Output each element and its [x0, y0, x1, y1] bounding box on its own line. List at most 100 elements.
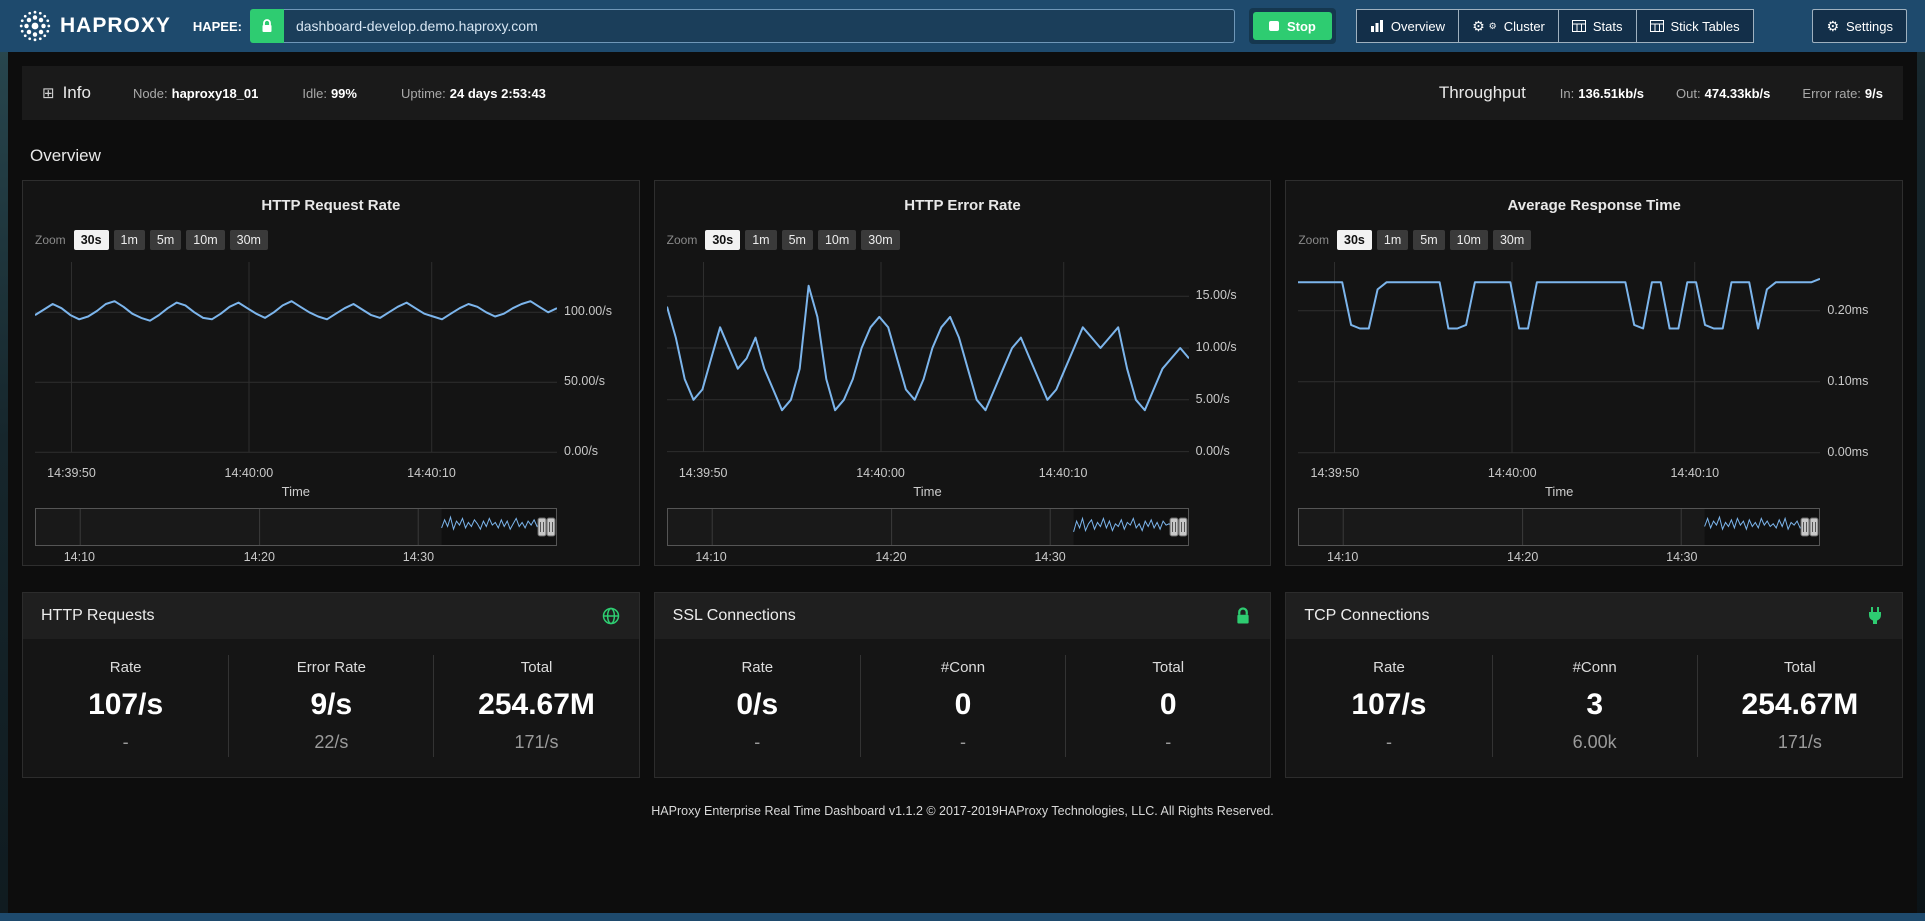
navigator-x-label: 14:20 — [244, 550, 275, 564]
card-body: Rate 107/s - Error Rate 9/s 22/s Total 2… — [23, 639, 639, 777]
x-axis-labels: 14:39:5014:40:0014:40:10 — [1298, 464, 1820, 482]
section-title: Overview — [30, 146, 1895, 166]
zoom-controls: Zoom30s1m5m10m30m — [667, 228, 1259, 252]
zoom-30s-button[interactable]: 30s — [74, 230, 109, 250]
nav-cluster-button[interactable]: ⚙⚙ Cluster — [1458, 9, 1559, 43]
stat-sub: - — [1072, 732, 1264, 753]
chart-navigator[interactable] — [35, 508, 557, 546]
info-toggle[interactable]: ⊞ Info — [42, 83, 91, 103]
chart-panel-http-error-rate: HTTP Error Rate Zoom30s1m5m10m30m 0.00/s… — [654, 180, 1272, 566]
chart-navigator[interactable] — [667, 508, 1189, 546]
card-title: HTTP Requests — [41, 607, 155, 625]
chart-navigator[interactable] — [1298, 508, 1820, 546]
stat-sub: 171/s — [440, 732, 632, 753]
throughput-title: Throughput — [1439, 83, 1526, 103]
stat-total: Total 0 - — [1065, 655, 1270, 757]
navigator-x-label: 14:10 — [695, 550, 726, 564]
error-rate-label: Error rate: — [1802, 86, 1861, 101]
chart-canvas — [667, 262, 1189, 462]
settings-label: Settings — [1846, 19, 1893, 34]
x-axis-title: Time — [667, 484, 1189, 500]
throughput-group: Throughput In:136.51kb/s Out:474.33kb/s … — [1439, 83, 1883, 103]
navigator-handle[interactable] — [547, 518, 555, 536]
zoom-30s-button[interactable]: 30s — [705, 230, 740, 250]
url-input[interactable] — [284, 9, 1235, 43]
zoom-10m-button[interactable]: 10m — [1450, 230, 1488, 250]
node-label: Node: — [133, 86, 168, 101]
plot-wrap: 0.00/s5.00/s10.00/s15.00/s — [667, 262, 1259, 462]
zoom-30m-button[interactable]: 30m — [861, 230, 899, 250]
y-axis-label: 15.00/s — [1196, 288, 1237, 302]
navigator-handle[interactable] — [1179, 518, 1187, 536]
main-content: ⊞ Info Node:haproxy18_01 Idle:99% Uptime… — [8, 52, 1917, 913]
zoom-5m-button[interactable]: 5m — [782, 230, 813, 250]
card-header: SSL Connections — [655, 593, 1271, 639]
navigator-x-label: 14:20 — [1507, 550, 1538, 564]
plot-wrap: 0.00ms0.10ms0.20ms — [1298, 262, 1890, 462]
y-axis-labels: 0.00/s5.00/s10.00/s15.00/s — [1189, 262, 1259, 462]
nav-stats-label: Stats — [1593, 19, 1623, 34]
charts-row: HTTP Request Rate Zoom30s1m5m10m30m 0.00… — [22, 180, 1903, 566]
y-axis-label: 50.00/s — [564, 374, 605, 388]
x-axis-title: Time — [1298, 484, 1820, 500]
stat-label: #Conn — [867, 659, 1059, 676]
stop-button[interactable]: Stop — [1253, 12, 1332, 40]
zoom-label: Zoom — [1298, 233, 1329, 247]
stat-label: Rate — [661, 659, 854, 676]
chart-panel-http-request-rate: HTTP Request Rate Zoom30s1m5m10m30m 0.00… — [22, 180, 640, 566]
footer-text: HAProxy Enterprise Real Time Dashboard v… — [16, 804, 1909, 818]
zoom-1m-button[interactable]: 1m — [745, 230, 776, 250]
navigator-handle[interactable] — [538, 518, 546, 536]
navigator-labels: 14:1014:2014:30 — [667, 548, 1189, 566]
bottom-strip — [0, 913, 1925, 921]
x-axis-label: 14:40:00 — [856, 466, 905, 480]
nav-stats-button[interactable]: Stats — [1558, 9, 1637, 43]
stat-sub: 6.00k — [1499, 732, 1691, 753]
stat-value: 9/s — [235, 688, 427, 722]
x-axis-label: 14:40:00 — [1488, 466, 1537, 480]
gears-icon: ⚙ — [1472, 19, 1485, 33]
settings-button[interactable]: ⚙ Settings — [1812, 9, 1907, 43]
navigator-wrap — [667, 508, 1259, 546]
navigator-x-label: 14:30 — [403, 550, 434, 564]
stat-label: Error Rate — [235, 659, 427, 676]
card-title: TCP Connections — [1304, 607, 1429, 625]
stat-value: 0 — [867, 688, 1059, 722]
nav-overview-button[interactable]: Overview — [1356, 9, 1459, 43]
y-axis-label: 0.00/s — [1196, 444, 1230, 458]
out-label: Out: — [1676, 86, 1701, 101]
zoom-30m-button[interactable]: 30m — [1493, 230, 1531, 250]
info-title-label: Info — [63, 83, 91, 103]
navigator-handle[interactable] — [1170, 518, 1178, 536]
navigator-handle[interactable] — [1810, 518, 1818, 536]
throughput-in-field: In:136.51kb/s — [1560, 86, 1644, 101]
x-axis-label: 14:40:10 — [1670, 466, 1719, 480]
idle-label: Idle: — [302, 86, 327, 101]
globe-icon — [601, 606, 621, 626]
stat-label: Total — [1072, 659, 1264, 676]
zoom-10m-button[interactable]: 10m — [186, 230, 224, 250]
zoom-1m-button[interactable]: 1m — [1377, 230, 1408, 250]
node-value: haproxy18_01 — [172, 86, 259, 101]
zoom-10m-button[interactable]: 10m — [818, 230, 856, 250]
stat-rate: Rate 107/s - — [23, 655, 228, 757]
zoom-1m-button[interactable]: 1m — [114, 230, 145, 250]
x-axis-label: 14:40:10 — [407, 466, 456, 480]
in-label: In: — [1560, 86, 1574, 101]
stat-label: Rate — [29, 659, 222, 676]
nav-cluster-label: Cluster — [1504, 19, 1545, 34]
x-axis-label: 14:39:50 — [47, 466, 96, 480]
uptime-field: Uptime:24 days 2:53:43 — [401, 86, 546, 101]
stop-button-label: Stop — [1287, 19, 1316, 34]
zoom-5m-button[interactable]: 5m — [150, 230, 181, 250]
zoom-30m-button[interactable]: 30m — [230, 230, 268, 250]
zoom-5m-button[interactable]: 5m — [1413, 230, 1444, 250]
stat-rate: Rate 107/s - — [1286, 655, 1491, 757]
stat-label: Total — [440, 659, 632, 676]
navigator-handle[interactable] — [1801, 518, 1809, 536]
zoom-30s-button[interactable]: 30s — [1337, 230, 1372, 250]
lock-icon — [1234, 606, 1252, 626]
card-body: Rate 0/s - #Conn 0 - Total 0 - — [655, 639, 1271, 777]
nav-stick-tables-button[interactable]: Stick Tables — [1636, 9, 1754, 43]
y-axis-label: 0.00ms — [1827, 445, 1868, 459]
